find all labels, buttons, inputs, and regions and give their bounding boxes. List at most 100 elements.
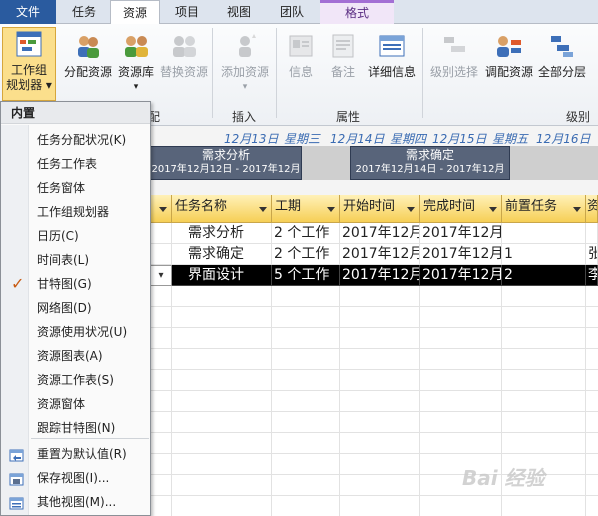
timeline-weekday: 星期三 (284, 132, 321, 146)
column-header-label: 前置任务 (505, 199, 558, 214)
level-extra-button[interactable] (588, 30, 598, 102)
resource-cell[interactable]: 李 (586, 265, 598, 286)
menu-item-tracking-gantt[interactable]: 跟踪甘特图(N) (1, 416, 150, 440)
resource-cell[interactable] (586, 223, 598, 244)
menu-item-timeline[interactable]: 时间表(L) (1, 248, 150, 272)
menu-item-more-views[interactable]: 其他视图(M)... (1, 490, 150, 514)
column-header-duration[interactable]: 工期 (272, 195, 340, 223)
resource-pool-button[interactable]: 资源库 ▾ (114, 30, 158, 102)
finish-cell[interactable]: 2017年12月 (420, 265, 502, 286)
timeline-bar-需求确定[interactable]: 需求确定 2017年12月14日 - 2017年12月 (350, 146, 510, 180)
column-header-task-name[interactable]: 任务名称 (172, 195, 272, 223)
duration-cell[interactable]: 2 个工作 (272, 244, 340, 265)
resource-cell[interactable]: 张 (586, 244, 598, 265)
level-all-icon (547, 32, 577, 60)
tab-file[interactable]: 文件 (0, 0, 56, 24)
task-name-cell[interactable]: 需求分析 (172, 223, 272, 244)
column-header-finish[interactable]: 完成时间 (420, 195, 502, 223)
menu-item-task-usage[interactable]: 任务分配状况(K) (1, 128, 150, 152)
column-header-label: 任务名称 (175, 199, 228, 214)
team-planner-button[interactable]: 工作组 规划器 ▾ (2, 27, 56, 101)
timeline-scale: 12月13日 星期三 12月14日 星期四 12月15日 星期五 12月16日 (150, 130, 598, 146)
menu-item-resource-usage[interactable]: 资源使用状况(U) (1, 320, 150, 344)
menu-item-resource-form[interactable]: 资源窗体 (1, 392, 150, 416)
add-resource-label: 添加资源 (220, 65, 269, 79)
level-all-button[interactable]: 全部分层 (536, 30, 588, 102)
checkmark-icon: ✓ (11, 274, 25, 293)
tab-format[interactable]: 格式 (320, 0, 394, 24)
menu-item-calendar[interactable]: 日历(C) (1, 224, 150, 248)
row-indicator-cell (150, 223, 172, 244)
menu-item-reset-default[interactable]: 重置为默认值(R) (1, 442, 150, 466)
start-cell[interactable]: 2017年12月 (340, 265, 420, 286)
menu-item-resource-sheet[interactable]: 资源工作表(S) (1, 368, 150, 392)
table-row[interactable]: 需求确定 2 个工作 2017年12月 2017年12月 1 张 (150, 244, 598, 265)
timeline-bar-需求分析[interactable]: 需求分析 2017年12月12日 - 2017年12月 (150, 146, 302, 180)
group-separator (212, 28, 213, 118)
reset-view-icon (9, 447, 25, 462)
task-name-cell[interactable]: 需求确定 (172, 244, 272, 265)
column-header-indicator[interactable] (150, 195, 172, 223)
table-row[interactable]: 需求分析 2 个工作 2017年12月 2017年12月 (150, 223, 598, 244)
group-label-properties: 属性 (336, 110, 361, 124)
timeline-gap (302, 146, 350, 180)
timeline-weekday: 星期五 (492, 132, 529, 146)
level-resource-button[interactable]: 调配资源 (482, 30, 536, 102)
column-header-label: 开始时间 (343, 199, 396, 214)
menu-item-task-sheet[interactable]: 任务工作表 (1, 152, 150, 176)
duration-cell[interactable]: 5 个工作 (272, 265, 340, 286)
menu-item-label: 资源窗体 (37, 397, 86, 411)
tab-view[interactable]: 视图 (214, 0, 264, 24)
start-cell[interactable]: 2017年12月 (340, 244, 420, 265)
column-header-label: 完成时间 (423, 199, 476, 214)
column-header-resource[interactable]: 资 (586, 195, 598, 223)
predecessors-cell[interactable]: 1 (502, 244, 586, 265)
table-row-selected[interactable]: ▾ 界面设计 5 个工作 2017年12月 2017年12月 2 李 (150, 265, 598, 286)
assign-resources-button[interactable]: 分配资源 (62, 30, 114, 102)
menu-item-label: 保存视图(I)... (37, 471, 110, 485)
task-mode-dropdown[interactable]: ▾ (150, 265, 172, 286)
assign-resources-label: 分配资源 (63, 65, 112, 79)
start-cell[interactable]: 2017年12月 (340, 223, 420, 244)
add-person-icon (230, 32, 260, 60)
level-resource-icon (494, 32, 524, 60)
menu-item-label: 其他视图(M)... (37, 495, 117, 509)
group-separator (276, 28, 277, 118)
menu-item-network-diagram[interactable]: 网络图(D) (1, 296, 150, 320)
menu-item-label: 工作组规划器 (37, 205, 110, 219)
chevron-down-icon: ▾ (133, 82, 139, 92)
tab-team[interactable]: 团队 (266, 0, 318, 24)
dropdown-arrow-icon (573, 207, 581, 212)
column-header-label: 资 (587, 199, 597, 214)
team-planner-icon (14, 30, 44, 58)
task-name-cell[interactable]: 界面设计 (172, 265, 272, 286)
menu-item-task-form[interactable]: 任务窗体 (1, 176, 150, 200)
finish-cell[interactable]: 2017年12月 (420, 244, 502, 265)
timeline-date: 12月14日 (330, 132, 385, 146)
column-header-start[interactable]: 开始时间 (340, 195, 420, 223)
timeline-pane[interactable]: 12月13日 星期三 12月14日 星期四 12月15日 星期五 12月16日 … (150, 126, 598, 198)
team-planner-label-1: 工作组 (10, 63, 47, 77)
predecessors-cell[interactable] (502, 223, 586, 244)
chevron-down-icon: ▾ (242, 82, 248, 92)
menu-item-label: 甘特图(G) (37, 277, 92, 291)
tab-resource[interactable]: 资源 (110, 0, 160, 25)
tab-task[interactable]: 任务 (60, 0, 108, 24)
info-button: 信息 (280, 30, 322, 102)
details-button[interactable]: 详细信息 (364, 30, 420, 102)
menu-item-gantt-chart[interactable]: ✓ 甘特图(G) (1, 272, 150, 296)
menu-item-save-view[interactable]: 保存视图(I)... (1, 466, 150, 490)
finish-cell[interactable]: 2017年12月 (420, 223, 502, 244)
duration-cell[interactable]: 2 个工作 (272, 223, 340, 244)
timeline-date: 12月15日 (432, 132, 487, 146)
tab-project[interactable]: 项目 (162, 0, 212, 24)
menu-item-team-planner[interactable]: 工作组规划器 (1, 200, 150, 224)
replace-resource-button: 替换资源 (158, 30, 210, 102)
menu-item-resource-graph[interactable]: 资源图表(A) (1, 344, 150, 368)
replace-people-icon (169, 32, 199, 60)
level-extra-icon (588, 32, 598, 60)
info-label: 信息 (288, 65, 313, 79)
predecessors-cell[interactable]: 2 (502, 265, 586, 286)
team-planner-dropdown-menu: 内置 任务分配状况(K) 任务工作表 任务窗体 工作组规划器 日历(C) 时间表… (0, 101, 151, 516)
column-header-predecessors[interactable]: 前置任务 (502, 195, 586, 223)
